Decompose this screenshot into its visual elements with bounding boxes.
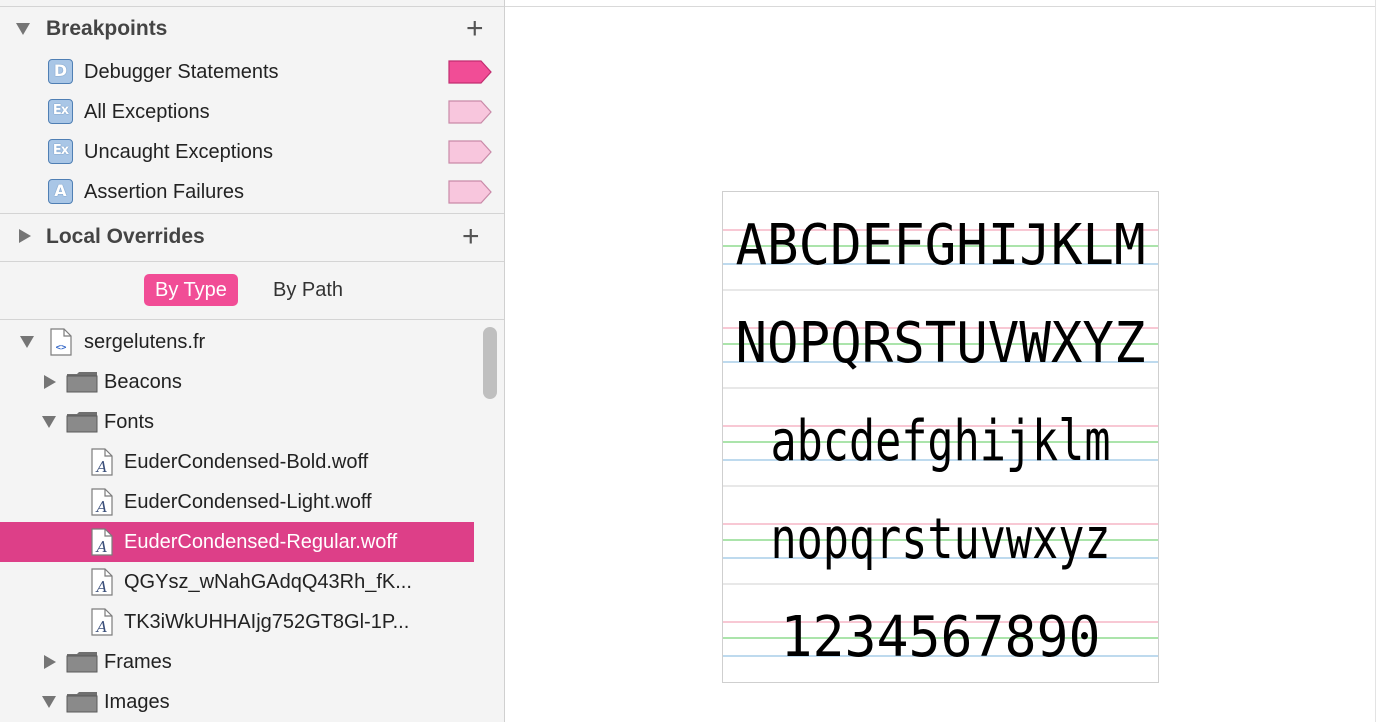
breakpoint-label: Assertion Failures — [84, 181, 245, 203]
breakpoint-all-exceptions[interactable]: Ex All Exceptions — [0, 92, 504, 132]
svg-text:A: A — [95, 578, 108, 596]
font-specimen: ABCDEFGHIJKLM NOPQRSTUVWXYZ abcdefghijklm n… — [722, 191, 1159, 683]
tree-domain-label: sergelutens.fr — [84, 331, 206, 353]
tree-folder-label: Fonts — [104, 411, 155, 433]
section-divider — [0, 261, 504, 262]
tree-folder-label: Beacons — [104, 371, 182, 393]
font-file-icon: A — [91, 568, 113, 596]
document-icon: <> — [50, 328, 72, 356]
by-path-toggle[interactable]: By Path — [262, 274, 354, 306]
font-file-label: EuderCondensed-Light.woff — [124, 491, 372, 513]
assertion-badge-icon: A — [48, 179, 73, 204]
breakpoint-assertion-failures[interactable]: A Assertion Failures — [0, 172, 504, 212]
tree-font-file[interactable]: A QGYsz_wNahGAdqQ43Rh_fK... — [0, 562, 474, 602]
breakpoint-label: Debugger Statements — [84, 61, 279, 83]
debugger-badge-icon: D — [48, 59, 73, 84]
breakpoints-title: Breakpoints — [46, 17, 168, 40]
folder-icon — [66, 652, 98, 673]
tree-folder-beacons[interactable]: Beacons — [0, 362, 474, 402]
disclosure-triangle-open-icon[interactable] — [42, 416, 56, 428]
tree-font-file[interactable]: A TK3iWkUHHAIjg752GT8Gl-1P... — [0, 602, 474, 642]
tree-font-file-selected[interactable]: A EuderCondensed-Regular.woff — [0, 522, 474, 562]
font-file-icon: A — [91, 488, 113, 516]
tree-folder-frames[interactable]: Frames — [0, 642, 474, 682]
font-file-icon: A — [91, 448, 113, 476]
tree-domain-sergelutens[interactable]: <> sergelutens.fr — [0, 322, 474, 362]
folder-icon — [66, 692, 98, 713]
specimen-line: ABCDEFGHIJKLM — [736, 213, 1146, 278]
tree-font-file[interactable]: A EuderCondensed-Light.woff — [0, 482, 474, 522]
disclosure-triangle-open-icon[interactable] — [20, 336, 34, 348]
local-overrides-section-header[interactable]: Local Overrides + — [0, 216, 504, 256]
plus-icon[interactable]: + — [466, 14, 484, 44]
font-file-label: EuderCondensed-Regular.woff — [124, 531, 398, 553]
svg-text:A: A — [95, 538, 108, 556]
specimen-line: abcdefghijklm — [771, 409, 1111, 474]
specimen-line: 1234567890 — [781, 605, 1101, 670]
font-specimen-canvas: ABCDEFGHIJKLM NOPQRSTUVWXYZ abcdefghijklm n… — [723, 213, 1158, 670]
breakpoint-label: All Exceptions — [84, 101, 210, 123]
plus-icon[interactable]: + — [462, 222, 480, 252]
tree-folder-images[interactable]: Images — [0, 682, 474, 722]
section-divider — [0, 213, 504, 214]
disclosure-triangle-closed-icon[interactable] — [44, 655, 56, 669]
specimen-line: NOPQRSTUVWXYZ — [736, 311, 1146, 376]
disclosure-triangle-open-icon[interactable] — [16, 23, 30, 35]
by-type-toggle[interactable]: By Type — [144, 274, 238, 306]
svg-text:A: A — [95, 618, 108, 636]
folder-icon — [66, 372, 98, 393]
breakpoint-label: Uncaught Exceptions — [84, 141, 274, 163]
disclosure-triangle-open-icon[interactable] — [42, 696, 56, 708]
tree-folder-label: Images — [104, 691, 170, 713]
exception-badge-icon: Ex — [48, 139, 73, 164]
folder-icon — [66, 412, 98, 433]
tree-folder-fonts[interactable]: Fonts — [0, 402, 474, 442]
tree-font-file[interactable]: A EuderCondensed-Bold.woff — [0, 442, 474, 482]
font-file-label: TK3iWkUHHAIjg752GT8Gl-1P... — [124, 611, 410, 633]
section-divider — [0, 319, 504, 320]
scrollbar-thumb[interactable] — [483, 327, 497, 399]
exception-badge-icon: Ex — [48, 99, 73, 124]
breakpoint-flag-icon[interactable] — [448, 180, 492, 204]
main-top-border — [505, 0, 1376, 7]
svg-text:A: A — [95, 458, 108, 476]
disclosure-triangle-closed-icon[interactable] — [19, 229, 31, 243]
breakpoint-flag-icon[interactable] — [448, 140, 492, 164]
local-overrides-title: Local Overrides — [46, 225, 205, 248]
font-preview-pane: ABCDEFGHIJKLM NOPQRSTUVWXYZ abcdefghijklm n… — [505, 0, 1376, 722]
font-file-icon: A — [91, 608, 113, 636]
font-file-icon: A — [91, 528, 113, 556]
breakpoint-flag-icon[interactable] — [448, 100, 492, 124]
disclosure-triangle-closed-icon[interactable] — [44, 375, 56, 389]
sources-sidebar: Breakpoints + D Debugger Statements Ex A… — [0, 0, 505, 722]
breakpoints-section-header[interactable]: Breakpoints + — [0, 8, 504, 48]
specimen-line: nopqrstuvwxyz — [771, 507, 1111, 572]
breakpoint-flag-icon[interactable] — [448, 60, 492, 84]
tree-folder-label: Frames — [104, 651, 172, 673]
font-file-label: QGYsz_wNahGAdqQ43Rh_fK... — [124, 571, 412, 593]
sidebar-top-border — [0, 0, 504, 7]
font-file-label: EuderCondensed-Bold.woff — [124, 451, 369, 473]
svg-text:<>: <> — [56, 343, 67, 353]
breakpoint-debugger-statements[interactable]: D Debugger Statements — [0, 52, 504, 92]
breakpoint-uncaught-exceptions[interactable]: Ex Uncaught Exceptions — [0, 132, 504, 172]
svg-text:A: A — [95, 498, 108, 516]
